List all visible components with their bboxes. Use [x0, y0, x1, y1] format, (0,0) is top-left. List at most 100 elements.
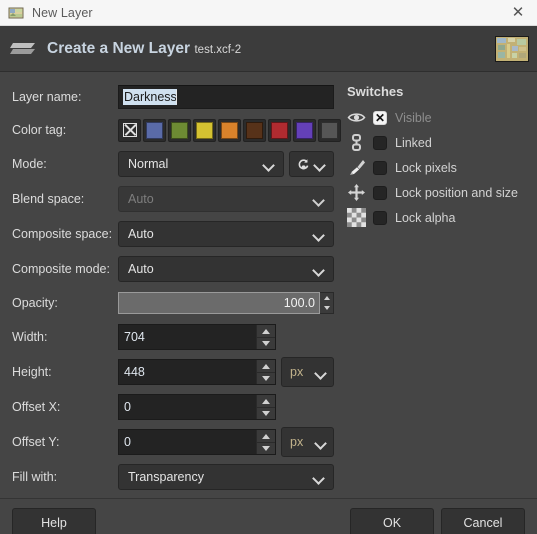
color-tag-group [118, 118, 341, 142]
switches-title: Switches [347, 84, 404, 99]
chevron-down-icon [315, 436, 328, 449]
offset-x-value: 0 [124, 400, 131, 414]
offset-x-input[interactable]: 0 [118, 394, 276, 420]
row-height: Height: 448 px [12, 357, 334, 387]
row-offset-x: Offset X: 0 [12, 393, 334, 421]
fill-with-label: Fill with: [12, 470, 58, 484]
switch-lock-pixels[interactable]: Lock pixels [347, 156, 527, 179]
color-tag-blue[interactable] [143, 118, 166, 142]
switch-lock-position[interactable]: Lock position and size [347, 181, 527, 204]
dialog-subtitle: test.xcf-2 [194, 43, 242, 56]
opacity-increment-icon[interactable] [320, 293, 333, 303]
switch-linked[interactable]: Linked [347, 131, 527, 154]
chevron-down-icon [315, 366, 328, 379]
opacity-label: Opacity: [12, 296, 58, 310]
mode-switch-button[interactable] [289, 151, 334, 177]
opacity-slider[interactable]: 100.0 [118, 292, 320, 314]
switch-label-lock-position: Lock position and size [395, 185, 518, 200]
window-title: New Layer [32, 5, 93, 20]
row-fill-with: Fill with: Transparency [12, 463, 334, 491]
swatch-blue [146, 121, 163, 139]
height-decrement-icon[interactable] [257, 372, 275, 384]
offset-unit-select[interactable]: px [281, 427, 334, 457]
chevron-down-icon [313, 471, 326, 484]
swatch-brown [246, 121, 263, 139]
height-stepper[interactable] [256, 360, 275, 384]
opacity-stepper[interactable] [320, 292, 334, 314]
row-opacity: Opacity: 100.0 [12, 290, 334, 316]
row-mode: Mode: Normal [12, 150, 334, 178]
color-tag-orange[interactable] [218, 118, 241, 142]
fill-with-value: Transparency [128, 470, 204, 484]
close-icon[interactable]: ✕ [503, 1, 533, 25]
switch-visible[interactable]: Visible [347, 106, 527, 129]
no-tag-icon [122, 123, 137, 137]
form-column: Layer name: Darkness Color tag: Mode: No… [12, 84, 341, 498]
composite-mode-label: Composite mode: [12, 262, 110, 276]
offset-unit-value: px [290, 435, 304, 449]
composite-space-select[interactable]: Auto [118, 221, 334, 247]
height-input[interactable]: 448 [118, 359, 276, 385]
width-decrement-icon[interactable] [257, 337, 275, 349]
switch-lock-alpha[interactable]: Lock alpha [347, 206, 527, 229]
row-composite-mode: Composite mode: Auto [12, 255, 334, 283]
lock-alpha-checkbox[interactable] [373, 210, 387, 225]
window-title-bar: New Layer ✕ [0, 0, 537, 26]
row-composite-space: Composite space: Auto [12, 220, 334, 248]
eye-icon [347, 108, 366, 127]
swatch-yellow [196, 121, 213, 139]
swatch-green [171, 121, 188, 139]
color-tag-brown[interactable] [243, 118, 266, 142]
color-tag-violet[interactable] [293, 118, 316, 142]
switch-label-linked: Linked [395, 135, 432, 150]
layer-name-input[interactable]: Darkness [118, 85, 334, 109]
color-tag-green[interactable] [168, 118, 191, 142]
layer-name-value: Darkness [123, 89, 177, 105]
chevron-down-icon [313, 228, 326, 241]
offset-x-decrement-icon[interactable] [257, 407, 275, 419]
cancel-button[interactable]: Cancel [441, 508, 525, 534]
height-increment-icon[interactable] [257, 360, 275, 372]
ok-button[interactable]: OK [350, 508, 434, 534]
composite-mode-select[interactable]: Auto [118, 256, 334, 282]
size-unit-select[interactable]: px [281, 357, 334, 387]
offset-x-increment-icon[interactable] [257, 395, 275, 407]
blend-space-select: Auto [118, 186, 334, 212]
offset-y-label: Offset Y: [12, 435, 60, 449]
layers-icon [9, 36, 39, 62]
color-tag-red[interactable] [268, 118, 291, 142]
width-input[interactable]: 704 [118, 324, 276, 350]
fill-with-select[interactable]: Transparency [118, 464, 334, 490]
switch-mode-icon [297, 157, 311, 171]
chain-link-icon [347, 133, 366, 152]
offset-x-stepper[interactable] [256, 395, 275, 419]
offset-y-increment-icon[interactable] [257, 430, 275, 442]
new-layer-icon [8, 5, 24, 21]
linked-checkbox[interactable] [373, 135, 387, 150]
offset-y-decrement-icon[interactable] [257, 442, 275, 454]
composite-mode-value: Auto [128, 262, 154, 276]
height-label: Height: [12, 365, 52, 379]
switch-label-lock-alpha: Lock alpha [395, 210, 456, 225]
mode-select[interactable]: Normal [118, 151, 284, 177]
layer-name-label: Layer name: [12, 90, 82, 104]
lock-pixels-checkbox[interactable] [373, 160, 387, 175]
offset-y-input[interactable]: 0 [118, 429, 276, 455]
help-button[interactable]: Help [12, 508, 96, 534]
width-value: 704 [124, 330, 145, 344]
switches-panel: Switches Visible [334, 84, 527, 498]
switch-label-lock-pixels: Lock pixels [395, 160, 457, 175]
opacity-decrement-icon[interactable] [320, 303, 333, 313]
opacity-value: 100.0 [283, 296, 315, 310]
size-unit-value: px [290, 365, 304, 379]
color-tag-none[interactable] [118, 118, 141, 142]
dialog-header-texts: Create a New Layer test.xcf-2 [47, 40, 495, 58]
dialog-header: Create a New Layer test.xcf-2 [0, 26, 537, 72]
width-increment-icon[interactable] [257, 325, 275, 337]
lock-position-checkbox[interactable] [373, 185, 387, 200]
blend-space-value: Auto [128, 192, 154, 206]
width-stepper[interactable] [256, 325, 275, 349]
offset-y-stepper[interactable] [256, 430, 275, 454]
visible-checkbox[interactable] [373, 110, 387, 126]
color-tag-yellow[interactable] [193, 118, 216, 142]
